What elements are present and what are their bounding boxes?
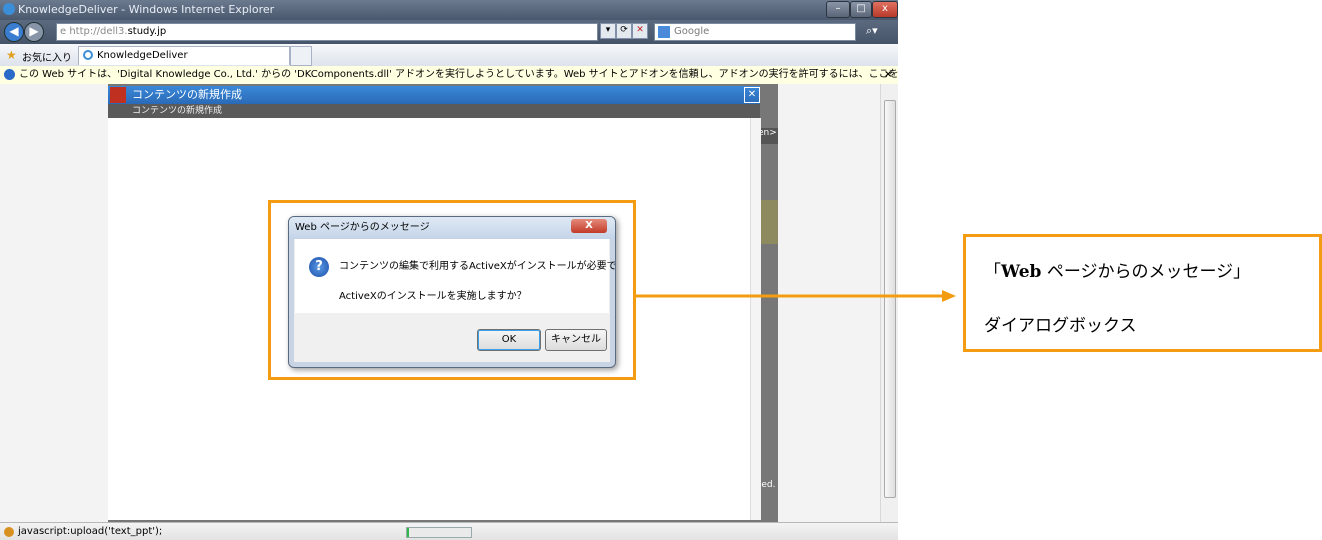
modal-close-button[interactable]: ✕ <box>744 87 760 103</box>
stop-icon[interactable]: ✕ <box>632 23 648 39</box>
url-domain: study.jp <box>127 26 167 37</box>
favorites-button[interactable]: お気に入り <box>22 49 72 64</box>
new-tab-button[interactable] <box>290 46 312 66</box>
infobar-close-button[interactable]: × <box>884 66 892 84</box>
shield-icon <box>4 69 15 80</box>
forward-button[interactable]: ▶ <box>24 22 44 42</box>
modal-scrollbar[interactable] <box>750 118 761 520</box>
tab-loading-icon <box>83 50 93 60</box>
callout-bracket: 「 <box>984 262 1001 282</box>
modal-subtitle-bar: コンテンツの新規作成 <box>108 104 760 118</box>
minimize-button[interactable]: – <box>826 1 850 18</box>
callout-line-2: ダイアログボックス <box>984 316 1137 336</box>
refresh-icon[interactable]: ⟳ <box>616 23 632 39</box>
search-input[interactable]: Google <box>654 23 856 41</box>
search-engine-label: Google <box>674 26 710 37</box>
url-prefix: http://dell3. <box>69 26 128 37</box>
address-bar-area: ◀ ▶ e http://dell3.study.jp ▾ ⟳ ✕ Google… <box>0 20 898 44</box>
tab-label: KnowledgeDeliver <box>97 50 188 61</box>
status-bar: javascript:upload('text_ppt'); <box>0 522 898 540</box>
star-icon: ★ <box>6 48 17 62</box>
maximize-button[interactable]: □ <box>850 1 872 18</box>
modal-subtitle: コンテンツの新規作成 <box>132 106 223 116</box>
address-input[interactable]: e http://dell3.study.jp <box>56 23 598 41</box>
page-scrollbar[interactable] <box>880 84 898 522</box>
script-icon <box>4 527 14 537</box>
google-icon <box>658 26 670 38</box>
status-text: javascript:upload('text_ppt'); <box>18 526 163 537</box>
search-icon[interactable]: ⌕▾ <box>866 24 878 38</box>
callout-line-1: 「Web ページからのメッセージ」 <box>984 257 1250 282</box>
callout-title: ページからのメッセージ」 <box>1041 262 1251 282</box>
callout-web: Web <box>1001 262 1042 282</box>
back-button[interactable]: ◀ <box>4 22 24 42</box>
favorites-bar: ★ お気に入り KnowledgeDeliver <box>0 44 898 67</box>
compat-view-icon[interactable]: ▾ <box>600 23 616 39</box>
window-title: KnowledgeDeliver - Windows Internet Expl… <box>18 3 275 16</box>
modal-title-bar: コンテンツの新規作成 ✕ <box>108 86 760 104</box>
annotation-highlight-box <box>268 200 636 380</box>
progress-bar <box>406 527 472 538</box>
close-window-button[interactable]: x <box>872 1 898 18</box>
modal-title: コンテンツの新規作成 <box>132 88 242 101</box>
infobar-text: この Web サイトは、'Digital Knowledge Co., Ltd.… <box>19 69 898 80</box>
page-icon: e <box>60 26 67 37</box>
title-bar: KnowledgeDeliver - Windows Internet Expl… <box>0 0 898 20</box>
annotation-arrow <box>636 290 956 302</box>
ie-logo-icon <box>3 3 15 15</box>
tab-knowledgedeliver[interactable]: KnowledgeDeliver <box>78 46 290 65</box>
information-bar[interactable]: この Web サイトは、'Digital Knowledge Co., Ltd.… <box>0 66 898 85</box>
app-logo-icon <box>110 87 126 103</box>
annotation-callout: 「Web ページからのメッセージ」 ダイアログボックス <box>963 234 1322 352</box>
